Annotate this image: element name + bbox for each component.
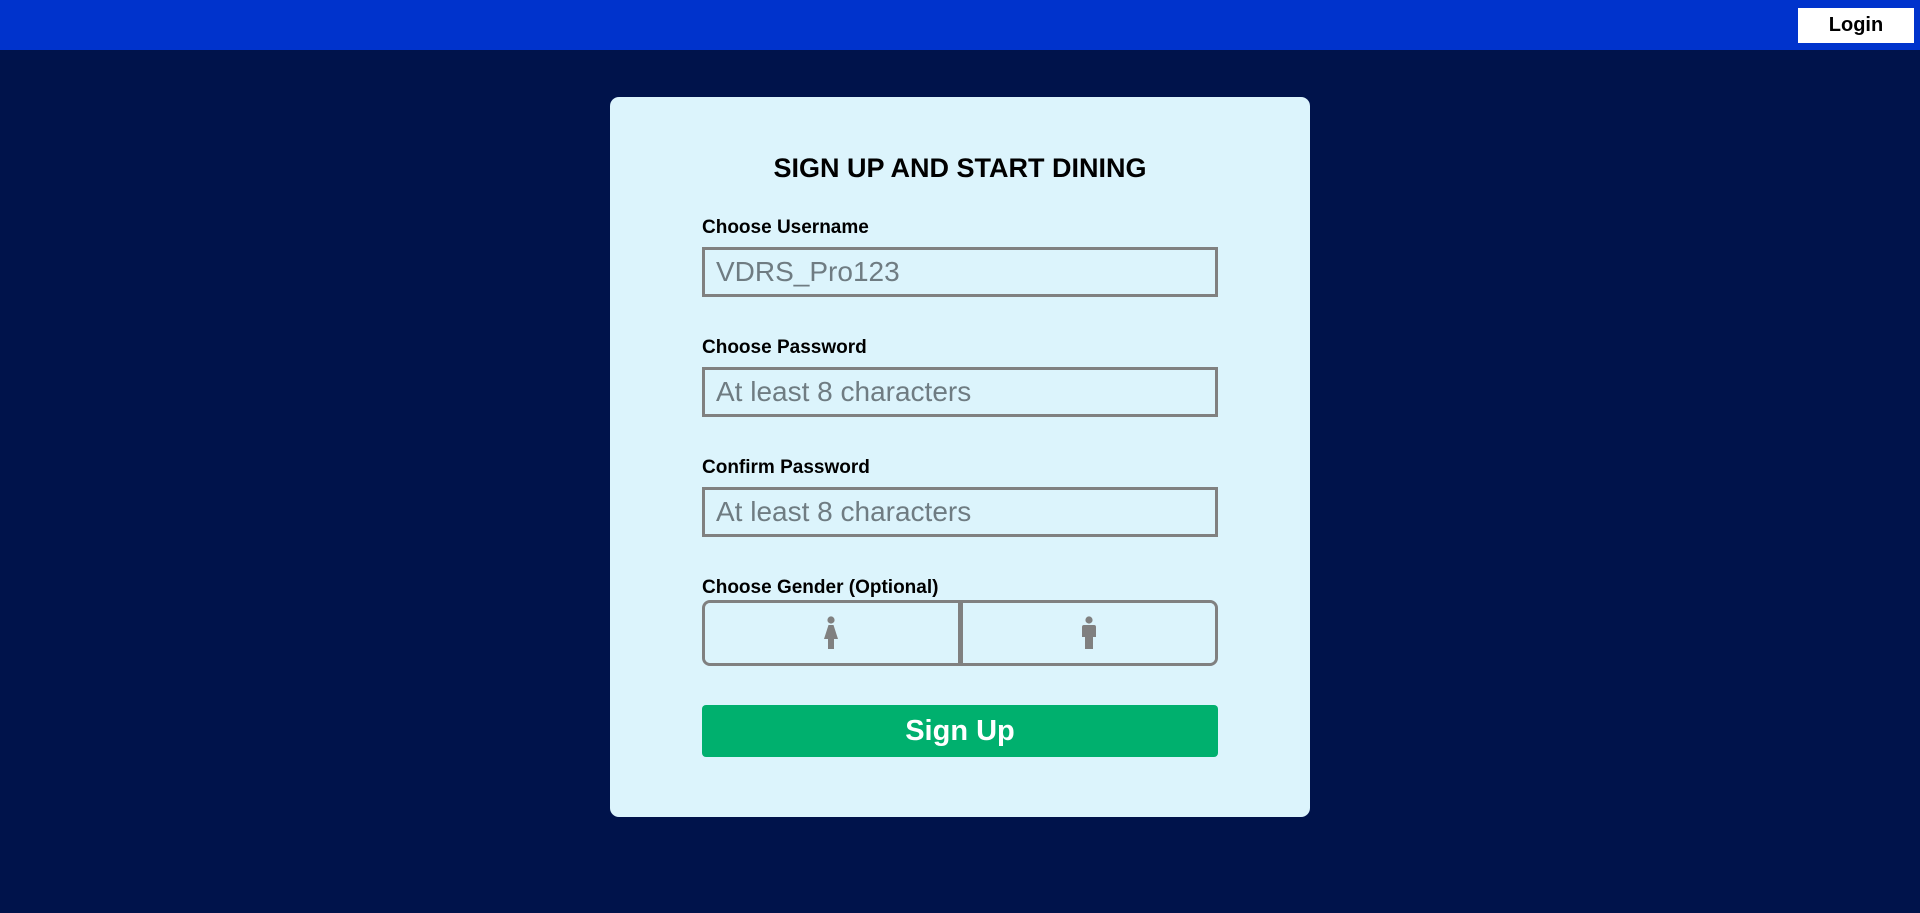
confirm-password-label: Confirm Password: [702, 457, 870, 478]
gender-option-female[interactable]: [705, 603, 958, 663]
gender-label: Choose Gender (Optional): [702, 577, 939, 598]
gender-option-male[interactable]: [957, 603, 1215, 663]
signup-card: SIGN UP AND START DINING Choose Username…: [610, 97, 1310, 817]
form-title: SIGN UP AND START DINING: [773, 153, 1147, 183]
username-input[interactable]: [702, 247, 1218, 297]
sign-up-button[interactable]: Sign Up: [702, 705, 1218, 757]
login-button[interactable]: Login: [1798, 8, 1914, 43]
gender-selector: [702, 600, 1218, 666]
male-icon: [1081, 616, 1096, 649]
username-label: Choose Username: [702, 217, 869, 238]
password-label: Choose Password: [702, 337, 867, 358]
top-navigation-bar: Login: [0, 0, 1920, 50]
confirm-password-input[interactable]: [702, 487, 1218, 537]
female-icon: [824, 616, 839, 649]
password-input[interactable]: [702, 367, 1218, 417]
